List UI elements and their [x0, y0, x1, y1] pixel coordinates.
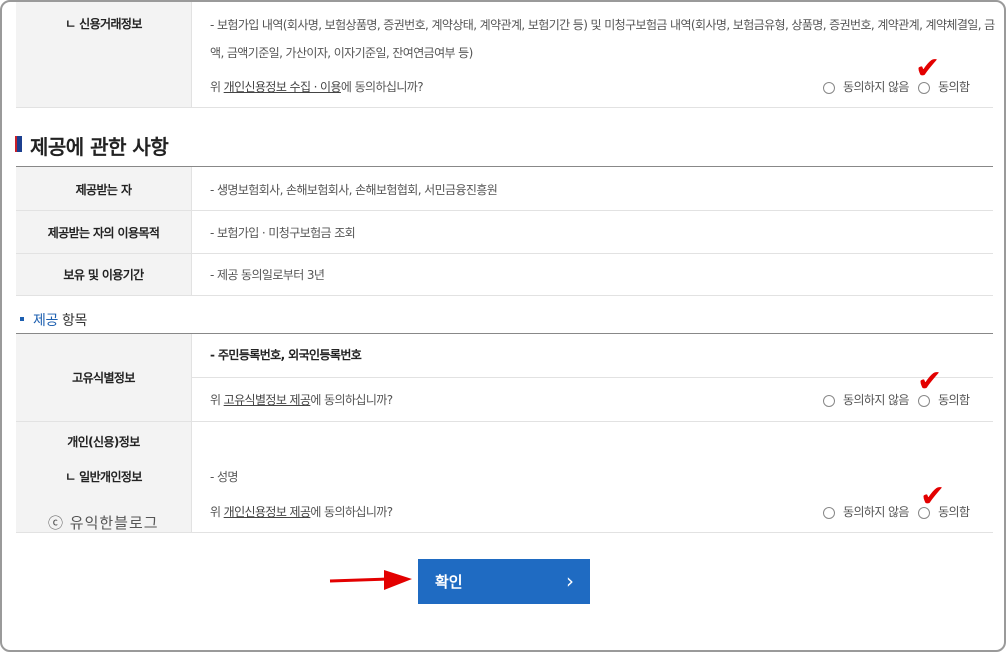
column-divider — [191, 2, 192, 107]
personal-info-value: - 성명 — [210, 470, 238, 484]
inner-row-divider — [191, 377, 993, 378]
unique-id-consent-options: 동의하지 않음 동의함 — [823, 391, 970, 408]
row-divider — [16, 253, 993, 254]
radio-disagree[interactable] — [823, 506, 835, 519]
personal-info-consent-options: 동의하지 않음 동의함 — [823, 503, 970, 520]
unique-id-value: - 주민등록번호, 외국인등록번호 — [210, 348, 362, 362]
disagree-option[interactable]: 동의하지 않음 — [823, 503, 909, 520]
credit-trade-question-link[interactable]: 개인신용정보 수집 · 이용 — [224, 80, 342, 94]
arrow-right-icon — [329, 570, 412, 590]
disagree-option[interactable]: 동의하지 않음 — [823, 391, 909, 408]
row-divider — [16, 107, 993, 108]
radio-disagree[interactable] — [823, 81, 835, 94]
row-divider — [16, 295, 993, 296]
section-marker-icon — [15, 136, 22, 152]
provision-row-value-recipient: - 생명보험회사, 손해보험회사, 손해보험협회, 서민금융진흥원 — [210, 183, 498, 197]
unique-id-question-link[interactable]: 고유식별정보 제공 — [224, 393, 311, 407]
credit-trade-question: 위 개인신용정보 수집 · 이용에 동의하십니까? — [210, 80, 424, 94]
disagree-option[interactable]: 동의하지 않음 — [823, 78, 909, 95]
provision-row-value-purpose: - 보험가입 · 미청구보험금 조회 — [210, 226, 356, 240]
provision-row-label-recipient: 제공받는 자 — [75, 183, 132, 197]
confirm-button-label: 확인 — [435, 573, 463, 591]
radio-disagree[interactable] — [823, 394, 835, 407]
subsection-title-items: 제공 항목 — [33, 313, 87, 329]
check-mark-icon: ✔ — [915, 51, 941, 86]
credit-trade-label: ㄴ 신용거래정보 — [65, 17, 142, 31]
bullet-icon — [20, 317, 24, 321]
blog-watermark: ⓒ 유익한블로그 — [48, 514, 159, 532]
unique-id-label: 고유식별정보 — [72, 371, 135, 385]
personal-info-question-link[interactable]: 개인신용정보 제공 — [224, 505, 311, 519]
chevron-right-icon: › — [566, 569, 574, 593]
credit-trade-desc-line2: 액, 금액기준일, 가산이자, 이자기준일, 잔여연금여부 등) — [210, 46, 473, 60]
column-divider — [191, 167, 192, 295]
provision-row-label-purpose: 제공받는 자의 이용목적 — [47, 226, 160, 240]
row-divider — [16, 532, 993, 533]
credit-trade-desc-line1: - 보험가입 내역(회사명, 보험상품명, 증권번호, 계약상태, 계약관계, … — [210, 18, 995, 32]
column-divider — [191, 422, 192, 532]
consent-form: ㄴ 신용거래정보 - 보험가입 내역(회사명, 보험상품명, 증권번호, 계약상… — [0, 0, 1006, 652]
personal-info-question: 위 개인신용정보 제공에 동의하십니까? — [210, 505, 393, 519]
unique-id-question: 위 고유식별정보 제공에 동의하십니까? — [210, 393, 393, 407]
personal-info-label: 개인(신용)정보 — [67, 435, 140, 449]
confirm-button[interactable]: 확인 › — [418, 559, 590, 604]
row-divider — [16, 210, 993, 211]
provision-row-value-retention: - 제공 동의일로부터 3년 — [210, 268, 325, 282]
credit-trade-consent-options: 동의하지 않음 동의함 — [823, 78, 970, 95]
section-title-provision: 제공에 관한 사항 — [30, 135, 169, 159]
provision-row-label-retention: 보유 및 이용기간 — [63, 268, 144, 282]
check-mark-icon: ✔ — [917, 364, 943, 399]
personal-info-sub-label: ㄴ 일반개인정보 — [65, 470, 142, 484]
check-mark-icon: ✔ — [920, 479, 946, 514]
